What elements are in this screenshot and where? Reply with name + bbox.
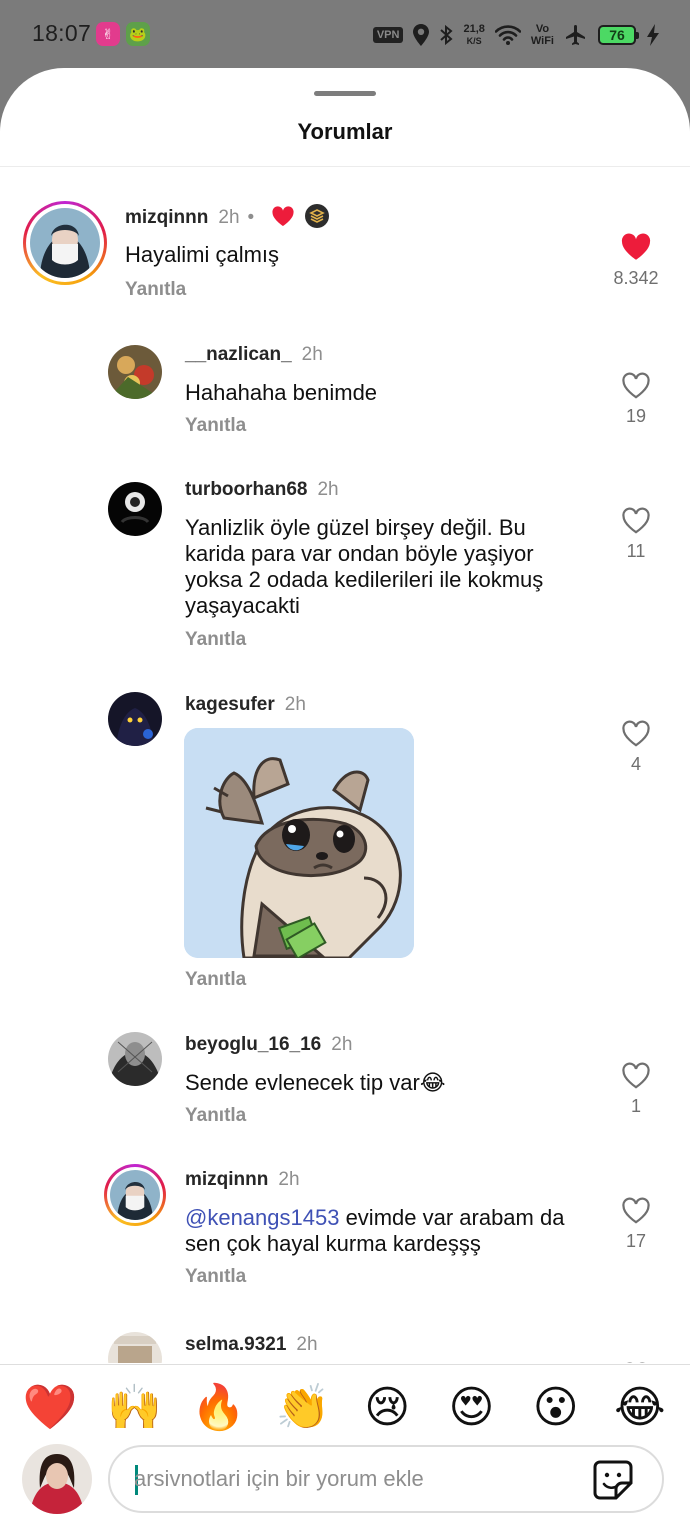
avatar [110,1170,160,1220]
separator-dot: • [247,207,255,228]
comment-text: Sende evlenecek tip var😂 [185,1070,446,1095]
comment-item: mizqinnn 2h @kenangs1453 evimde var araba… [0,1162,690,1312]
like-button[interactable]: 4 [610,720,662,775]
charging-icon [647,24,659,46]
heart-outline-icon[interactable] [621,1062,651,1089]
reaction-laughing[interactable]: 😂 [605,1379,675,1439]
like-button[interactable]: 17 [610,1197,662,1252]
drag-handle[interactable] [314,91,376,96]
sticker-icon[interactable] [592,1459,634,1501]
app-notification-icon-2: 🐸 [126,22,150,46]
comment-username[interactable]: turboorhan68 2h [185,479,339,501]
current-user-avatar [22,1444,92,1514]
reply-button[interactable]: Yanıtla [185,969,246,991]
comment-composer: ❤️ 🙌 🔥 👏 😢 😍 😮 😂 [0,1364,690,1533]
avatar[interactable] [108,1332,162,1363]
like-count: 1 [630,1096,641,1116]
reaction-heart-eyes[interactable]: 😍 [436,1379,506,1439]
comment-time: 2h [317,479,339,500]
status-indicators: VPN 21,8 K/S Vo WiFi 76 [372,18,660,52]
comment-time: 2h [301,344,323,365]
avatar-story-ring[interactable] [23,201,107,285]
like-button[interactable]: 19 [610,372,662,427]
comment-username[interactable]: kagesufer 2h [185,694,306,716]
comment-text: Yanlizlik öyle güzel birşey değil. Bu ka… [185,515,544,618]
comment-time: 2h [296,1334,318,1355]
reaction-crying[interactable]: 😢 [352,1379,422,1439]
vowifi-indicator: Vo WiFi [530,23,554,47]
avatar[interactable] [108,482,162,536]
comment-input[interactable] [134,1447,574,1511]
wifi-icon [494,25,521,45]
avatar [30,208,100,278]
like-count: 19 [625,406,647,426]
comment-item: __nazlican_ 2h Hahahaha benimde Yanıtla 1… [0,337,690,457]
like-count: 4 [630,754,641,774]
comment-item: kagesufer 2h Yanıtla 4 [0,687,690,997]
heart-outline-icon[interactable] [621,1197,651,1224]
comment-time: 2h [284,694,306,715]
creator-badge-icon [304,204,329,228]
reply-button[interactable]: Yanıtla [185,1266,246,1288]
sheet-title: Yorumlar [297,119,393,144]
heart-outline-icon[interactable] [621,372,651,399]
reply-button[interactable]: Yanıtla [185,1105,246,1127]
creator-liked-heart-icon [272,206,295,227]
comment-item: beyoglu_16_16 2h Sende evlenecek tip var😂… [0,1027,690,1147]
comment-time: 2h [331,1034,353,1055]
avatar[interactable] [108,1032,162,1086]
comment-text: @kenangs1453 evimde var arabam da sen ço… [185,1205,565,1256]
location-icon [413,24,430,46]
comment-username[interactable]: mizqinnn 2h [185,1169,300,1191]
reaction-clap[interactable]: 👏 [268,1379,338,1439]
like-button[interactable]: 1 [610,1062,662,1117]
avatar[interactable] [108,345,162,399]
reply-button[interactable]: Yanıtla [125,279,186,301]
heart-outline-icon[interactable] [621,720,651,747]
like-button[interactable]: 8.342 [610,233,662,289]
comment-text: Hayalimi çalmış [125,242,280,267]
like-button[interactable] [610,1362,662,1363]
crying-raccoon-sticker-image [184,728,414,958]
comment-list[interactable]: mizqinnn 2h • Hayalimi çalmış Yanıtla 8.34… [0,167,690,1363]
comment-sticker[interactable] [184,728,414,958]
airplane-mode-icon [566,25,585,45]
quick-reaction-bar: ❤️ 🙌 🔥 👏 😢 😍 😮 😂 [0,1379,690,1439]
heart-outline-icon[interactable] [621,1362,651,1363]
battery-indicator: 76 [598,25,639,45]
comment-item: mizqinnn 2h • Hayalimi çalmış Yanıtla 8.34… [0,167,690,327]
avatar-story-ring[interactable] [104,1164,166,1226]
comment-username[interactable]: mizqinnn 2h • [125,204,329,229]
status-time: 18:07 [32,20,92,46]
like-button[interactable]: 11 [610,507,662,562]
avatar[interactable] [108,692,162,746]
like-count: 17 [625,1231,647,1251]
comment-time: 2h [278,1169,300,1190]
comment-text: Hahahaha benimde [185,380,378,405]
network-speed: 21,8 K/S [463,23,485,46]
mention-link[interactable]: @kenangs1453 [185,1205,339,1230]
reply-button[interactable]: Yanıtla [185,415,246,437]
like-count: 8.342 [613,268,659,288]
reaction-raised-hands[interactable]: 🙌 [99,1379,169,1439]
reaction-heart[interactable]: ❤️ [15,1379,85,1439]
comment-input-box[interactable] [108,1445,664,1513]
comment-item: selma.9321 2h [0,1327,690,1363]
heart-filled-icon[interactable] [620,233,652,261]
comment-username[interactable]: __nazlican_ 2h [185,344,323,366]
vpn-icon: VPN [372,27,404,43]
app-notification-icon: ✌ [96,22,120,46]
status-bar: 18:07 ✌ 🐸 VPN 21,8 K/S Vo WiFi 76 [0,0,690,70]
reaction-surprised[interactable]: 😮 [521,1379,591,1439]
comment-item: turboorhan68 2h Yanlizlik öyle güzel birş… [0,472,690,662]
like-count: 11 [626,541,646,561]
reaction-fire[interactable]: 🔥 [184,1379,254,1439]
heart-outline-icon[interactable] [621,507,651,534]
comment-username[interactable]: beyoglu_16_16 2h [185,1034,352,1056]
comment-username[interactable]: selma.9321 2h [185,1334,318,1356]
bluetooth-icon [440,24,453,46]
comment-time: 2h [218,207,240,228]
reply-button[interactable]: Yanıtla [185,629,246,651]
comments-sheet: Yorumlar mizqinnn 2h • Hayalimi çalmış Y… [0,68,690,1533]
